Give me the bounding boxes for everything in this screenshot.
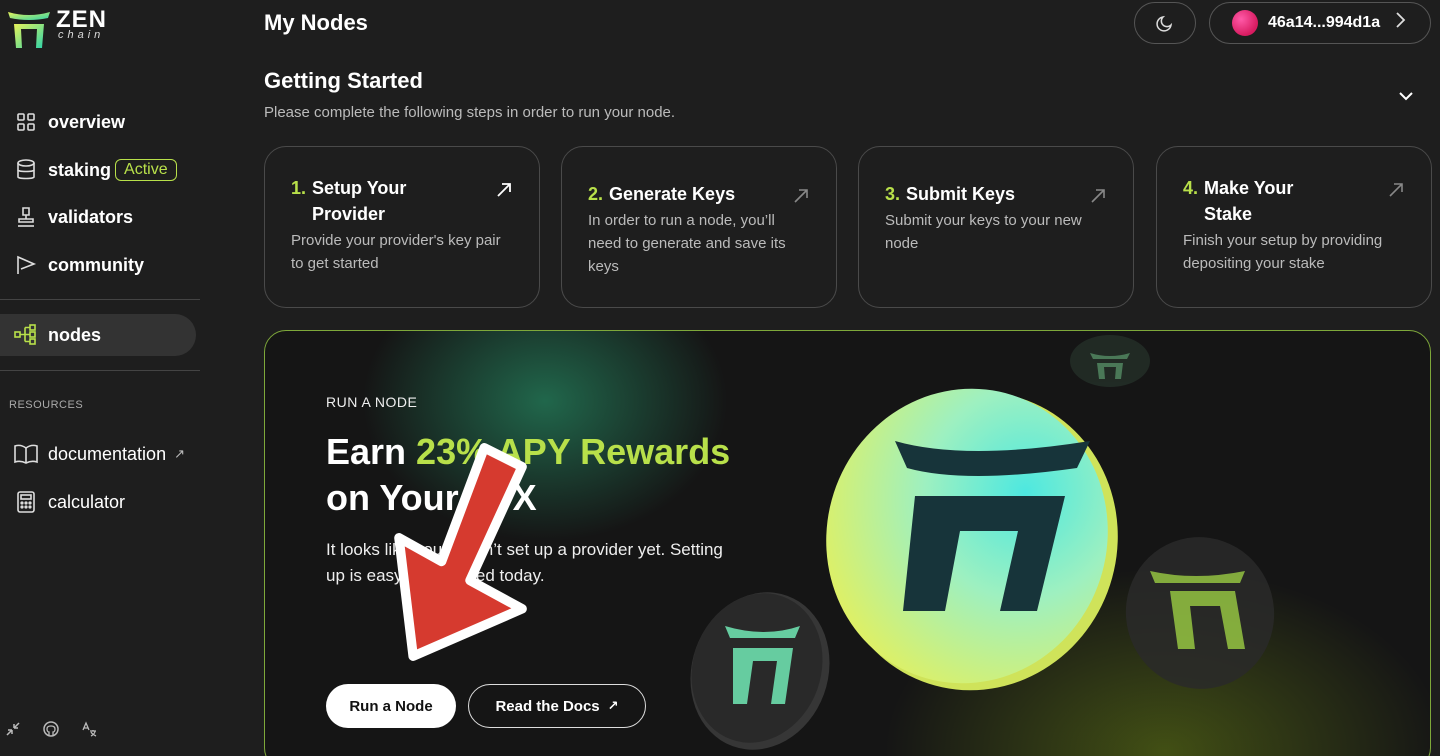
sidebar-item-label: documentation (48, 443, 167, 464)
step-number: 2. (588, 184, 604, 204)
getting-started-title: Getting Started (264, 68, 423, 93)
sidebar-item-label: community (48, 254, 145, 275)
stamp-icon (14, 205, 38, 229)
read-docs-button[interactable]: Read the Docs ↗ (468, 684, 646, 728)
arrow-up-right-icon (497, 183, 511, 197)
grid-icon (14, 110, 38, 134)
wallet-button[interactable]: 46a14...994d1a (1209, 2, 1431, 44)
sidebar-item-overview[interactable]: overview (14, 106, 125, 138)
sidebar-item-label: overview (48, 111, 126, 132)
step-number: 3. (885, 184, 901, 204)
arrow-up-right-icon (794, 189, 808, 203)
moon-icon (1156, 15, 1173, 32)
annotation-arrow-icon (394, 443, 527, 661)
sidebar-divider (0, 299, 200, 300)
nodes-icon (14, 323, 38, 347)
getting-started-subtitle: Please complete the following steps in o… (264, 104, 676, 121)
translate-icon[interactable] (80, 720, 98, 738)
coin-icon (1125, 537, 1275, 689)
avatar (1232, 10, 1258, 36)
page-title: My Nodes (264, 10, 368, 35)
step-description: Finish your setup by providing depositin… (1183, 232, 1383, 272)
sidebar-item-nodes[interactable]: nodes (14, 319, 101, 351)
run-node-button[interactable]: Run a Node (326, 684, 456, 728)
torii-logo-icon (8, 12, 50, 48)
step-card-submit-keys[interactable]: 3. Submit Keys Submit your keys to your … (858, 146, 1134, 308)
step-card-setup-provider[interactable]: 1. Setup Your Provider Provide your prov… (264, 146, 540, 308)
sidebar-item-documentation[interactable]: documentation ↗ (14, 438, 185, 470)
sidebar-divider (0, 370, 200, 371)
sidebar-item-staking[interactable]: staking Active (14, 154, 177, 186)
zenchain-coin-icon (826, 388, 1118, 691)
step-title: Generate Keys (609, 184, 736, 204)
step-number: 1. (291, 178, 307, 198)
step-card-make-stake[interactable]: 4. Make Your Stake Finish your setup by … (1156, 146, 1432, 308)
sidebar-item-label: calculator (48, 491, 126, 512)
sidebar-item-validators[interactable]: validators (14, 201, 133, 233)
theme-toggle-button[interactable] (1134, 2, 1196, 44)
chevron-down-icon[interactable] (1396, 86, 1416, 106)
sidebar-item-community[interactable]: community (14, 249, 144, 281)
external-link-icon: ↗ (607, 698, 619, 713)
step-number: 4. (1183, 178, 1199, 198)
step-title: Setup Your Provider (312, 178, 407, 224)
resources-heading: RESOURCES (9, 399, 84, 411)
flag-icon (14, 253, 38, 277)
read-docs-label: Read the Docs (495, 697, 600, 715)
external-link-icon: ↗ (174, 446, 185, 461)
wallet-address: 46a14...994d1a (1268, 14, 1381, 31)
sidebar-item-calculator[interactable]: calculator (14, 486, 125, 518)
hero-kicker: RUN A NODE (326, 394, 418, 410)
github-icon[interactable] (42, 720, 60, 738)
sidebar-item-label: nodes (48, 324, 102, 345)
database-icon (14, 158, 38, 182)
collapse-icon[interactable] (4, 720, 22, 738)
calculator-icon (14, 490, 38, 514)
sidebar-footer (4, 720, 98, 738)
step-card-generate-keys[interactable]: 2. Generate Keys In order to run a node,… (561, 146, 837, 308)
step-title: Submit Keys (906, 184, 1016, 204)
zenchain-logo[interactable]: ZEN chain (6, 8, 107, 50)
sidebar-item-label: staking (48, 159, 112, 180)
arrow-up-right-icon (1091, 189, 1105, 203)
step-description: Submit your keys to your new node (885, 212, 1082, 252)
arrow-up-right-icon (1389, 183, 1403, 197)
sidebar: ZEN chain overview staking Active valida… (0, 0, 200, 756)
step-description: Provide your provider's key pair to get … (291, 232, 501, 272)
step-description: In order to run a node, you’ll need to g… (588, 212, 786, 275)
step-title: Make Your Stake (1204, 178, 1294, 224)
sidebar-item-label: validators (48, 206, 134, 227)
chevron-right-icon (1394, 11, 1406, 35)
logo-chain-text: chain (58, 29, 105, 41)
status-badge: Active (115, 159, 177, 181)
book-icon (14, 442, 38, 466)
coin-icon (690, 592, 830, 750)
